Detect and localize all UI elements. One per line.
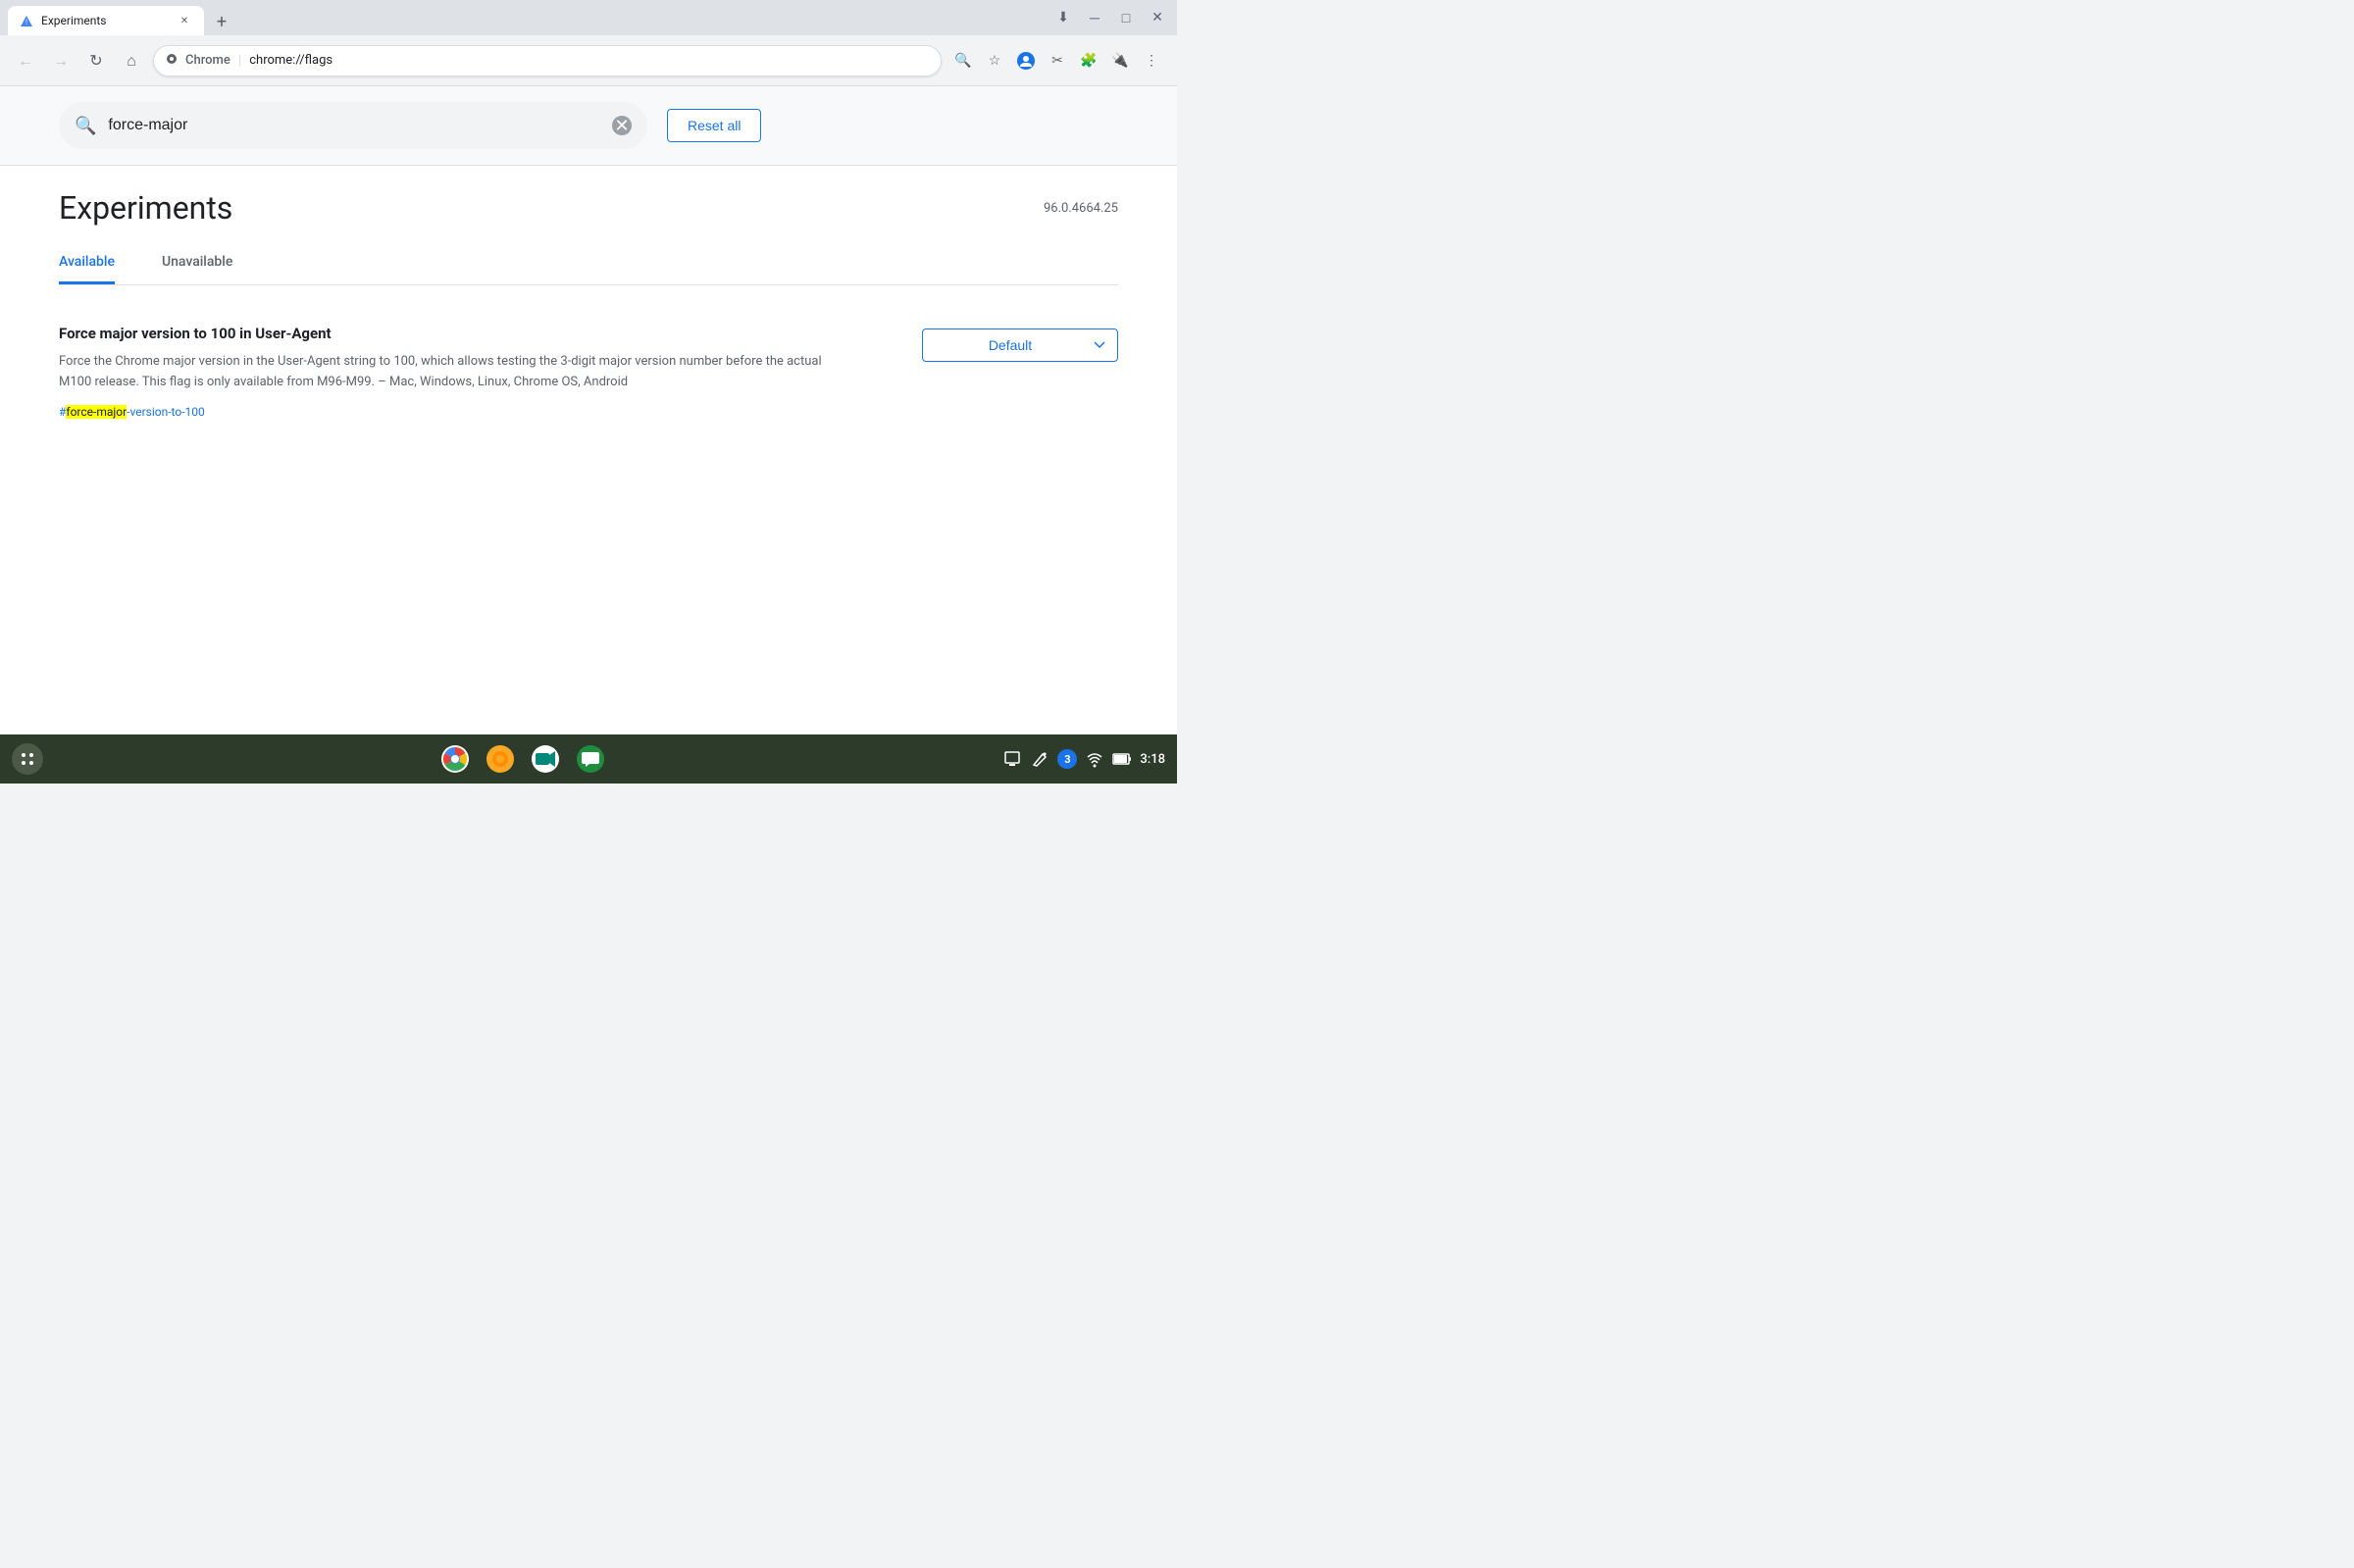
title-bar: ! Experiments ✕ + ⬇ ─ □ ✕: [0, 0, 1177, 35]
taskbar-screen-icon: [1002, 749, 1022, 769]
back-button[interactable]: ←: [12, 47, 39, 75]
extension2-icon[interactable]: 🔌: [1106, 47, 1134, 75]
search-row: 🔍 ✕ Reset all: [0, 86, 1177, 166]
taskbar-time: 3:18: [1140, 752, 1165, 767]
taskbar-battery-icon: [1112, 749, 1132, 769]
tabs-container: Available Unavailable: [59, 242, 1118, 285]
search-wrapper: 🔍 ✕: [59, 102, 647, 149]
flag-description: Force the Chrome major version in the Us…: [59, 352, 824, 393]
flag-item: Force major version to 100 in User-Agent…: [59, 309, 1118, 435]
version-number: 96.0.4664.25: [1044, 201, 1118, 216]
url-bar[interactable]: Chrome | chrome://flags: [153, 45, 942, 76]
reload-button[interactable]: ↻: [82, 47, 110, 75]
flag-title: Force major version to 100 in User-Agent: [59, 325, 883, 342]
url-favicon: [166, 53, 178, 68]
flag-link-suffix: -version-to-100: [127, 405, 205, 419]
new-tab-button[interactable]: +: [208, 8, 235, 35]
flag-link-highlighted: force-major: [66, 405, 127, 419]
menu-icon[interactable]: ⋮: [1138, 47, 1165, 75]
forward-button[interactable]: →: [47, 47, 75, 75]
tab-available[interactable]: Available: [59, 242, 115, 284]
experiments-header: Experiments 96.0.4664.25: [59, 166, 1118, 242]
taskbar-meet-app[interactable]: [527, 740, 564, 778]
extension-icon[interactable]: 🧩: [1075, 47, 1102, 75]
search-toolbar-icon[interactable]: 🔍: [949, 47, 977, 75]
tab-bar: ! Experiments ✕ +: [8, 0, 235, 35]
address-bar: ← → ↻ ⌂ Chrome | chrome://flags 🔍 ☆: [0, 35, 1177, 86]
url-brand: Chrome: [185, 53, 230, 68]
active-tab[interactable]: ! Experiments ✕: [8, 6, 204, 35]
taskbar-store-app[interactable]: [482, 740, 519, 778]
flag-link[interactable]: #force-major-version-to-100: [59, 405, 205, 419]
close-button[interactable]: ✕: [1146, 6, 1169, 29]
taskbar: 3 3:18: [0, 734, 1177, 784]
window-controls: ⬇ ─ □ ✕: [1051, 6, 1169, 29]
taskbar-right: 3 3:18: [1002, 749, 1165, 769]
taskbar-chrome-app[interactable]: [436, 740, 474, 778]
url-address: chrome://flags: [249, 53, 333, 68]
tab-unavailable[interactable]: Unavailable: [162, 242, 232, 284]
tab-close-button[interactable]: ✕: [177, 13, 192, 28]
taskbar-launcher[interactable]: [12, 743, 43, 775]
page-title: Experiments: [59, 189, 232, 227]
download-icon[interactable]: ⬇: [1051, 6, 1075, 29]
taskbar-pen-icon: [1030, 749, 1049, 769]
flag-link-container: #force-major-version-to-100: [59, 401, 883, 420]
taskbar-number-badge: 3: [1057, 749, 1077, 769]
search-input[interactable]: [108, 117, 600, 134]
profile-icon[interactable]: [1012, 47, 1040, 75]
taskbar-apps: [43, 740, 1002, 778]
flag-content: Force major version to 100 in User-Agent…: [59, 325, 883, 420]
tab-favicon: !: [20, 14, 33, 27]
search-icon: 🔍: [75, 116, 96, 136]
minimize-button[interactable]: ─: [1083, 6, 1106, 29]
page-area: 🔍 ✕ Reset all Experiments 96.0.4664.25 A…: [0, 86, 1177, 734]
maximize-button[interactable]: □: [1114, 6, 1138, 29]
flag-select[interactable]: Default Enabled Disabled: [922, 329, 1118, 362]
reset-all-button[interactable]: Reset all: [667, 109, 761, 142]
browser-frame: ! Experiments ✕ + ⬇ ─ □ ✕ ← → ↻ ⌂: [0, 0, 1177, 784]
flag-select-wrapper: Default Enabled Disabled: [922, 325, 1118, 362]
experiments-content: Experiments 96.0.4664.25 Available Unava…: [0, 166, 1177, 734]
search-clear-button[interactable]: ✕: [612, 116, 632, 135]
url-separator: |: [238, 53, 241, 69]
toolbar-icons: 🔍 ☆ ✂ 🧩 🔌 ⋮: [949, 47, 1165, 75]
home-button[interactable]: ⌂: [118, 47, 145, 75]
taskbar-chat-app[interactable]: [572, 740, 609, 778]
cast-icon[interactable]: ✂: [1044, 47, 1071, 75]
svg-text:!: !: [26, 19, 27, 26]
bookmark-icon[interactable]: ☆: [981, 47, 1008, 75]
taskbar-wifi-icon: [1085, 749, 1104, 769]
tab-title: Experiments: [41, 14, 169, 27]
